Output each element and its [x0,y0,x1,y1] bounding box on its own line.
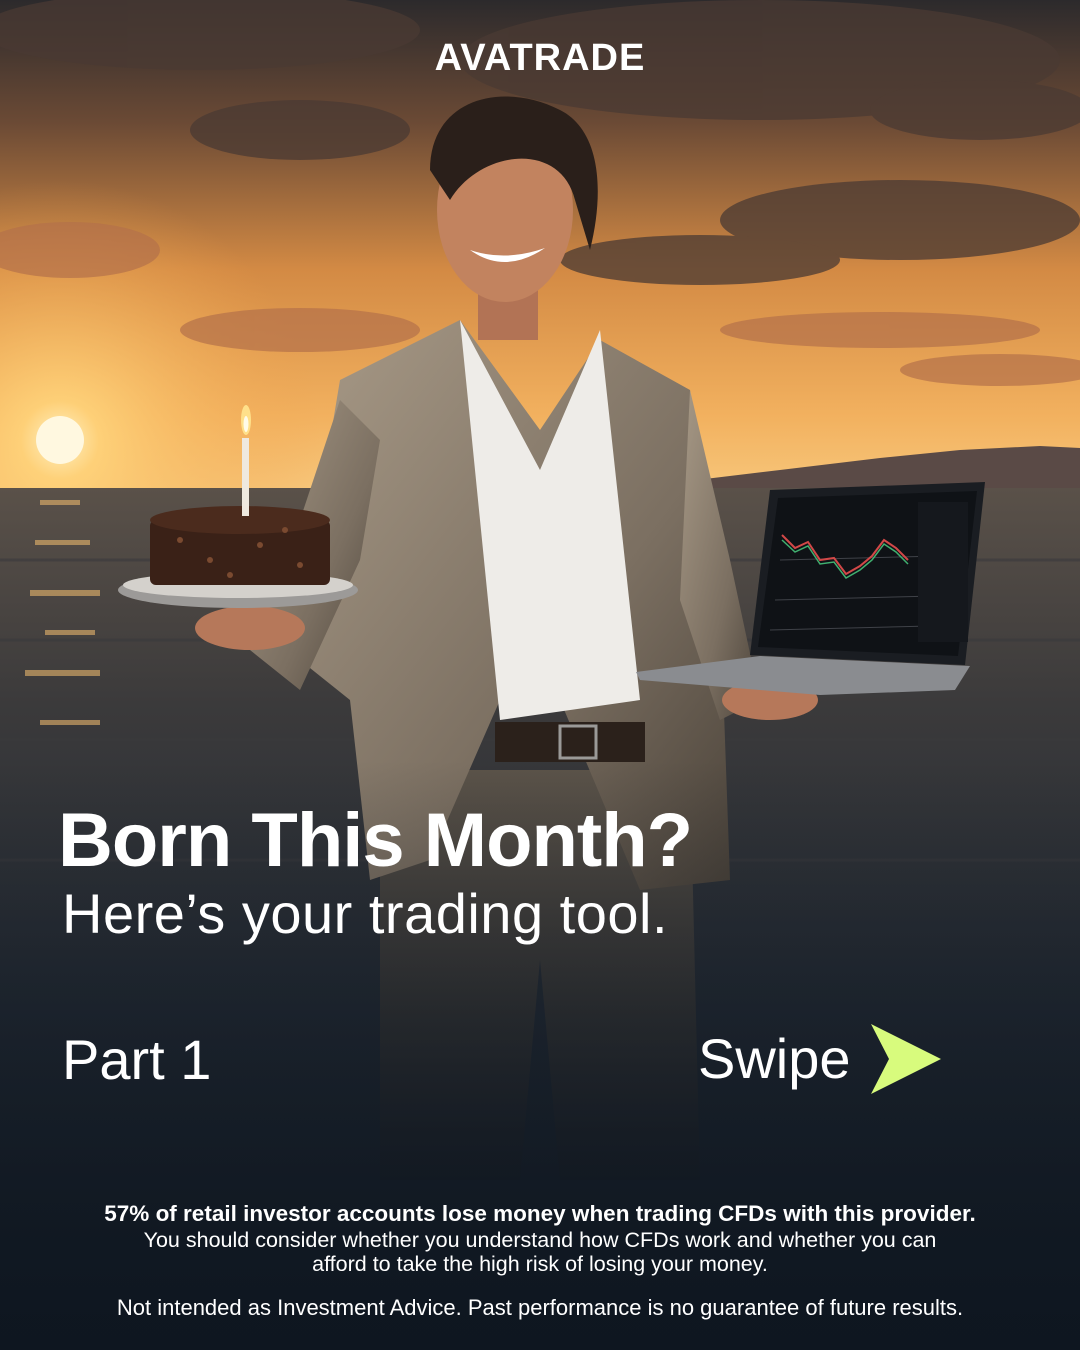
risk-disclaimer: 57% of retail investor accounts lose mon… [0,1200,1080,1322]
subheadline: Here’s your trading tool. [62,882,668,945]
background-photo [0,0,1080,1350]
swipe-button[interactable]: Swipe [698,1022,943,1096]
advice-disclaimer: Not intended as Investment Advice. Past … [116,1295,964,1320]
risk-warning: 57% of retail investor accounts lose mon… [104,1201,976,1226]
ad-creative: AVATRADE Born This Month? Here’s your tr… [0,0,1080,1350]
part-label: Part 1 [62,1028,212,1091]
brand-logo: AVATRADE [435,37,646,76]
arrow-right-icon [870,1024,941,1094]
swipe-label: Swipe [698,1027,851,1090]
svg-text:AVATRADE: AVATRADE [435,37,646,76]
headline: Born This Month? [58,798,693,883]
risk-text: You should consider whether you understa… [143,1228,937,1276]
